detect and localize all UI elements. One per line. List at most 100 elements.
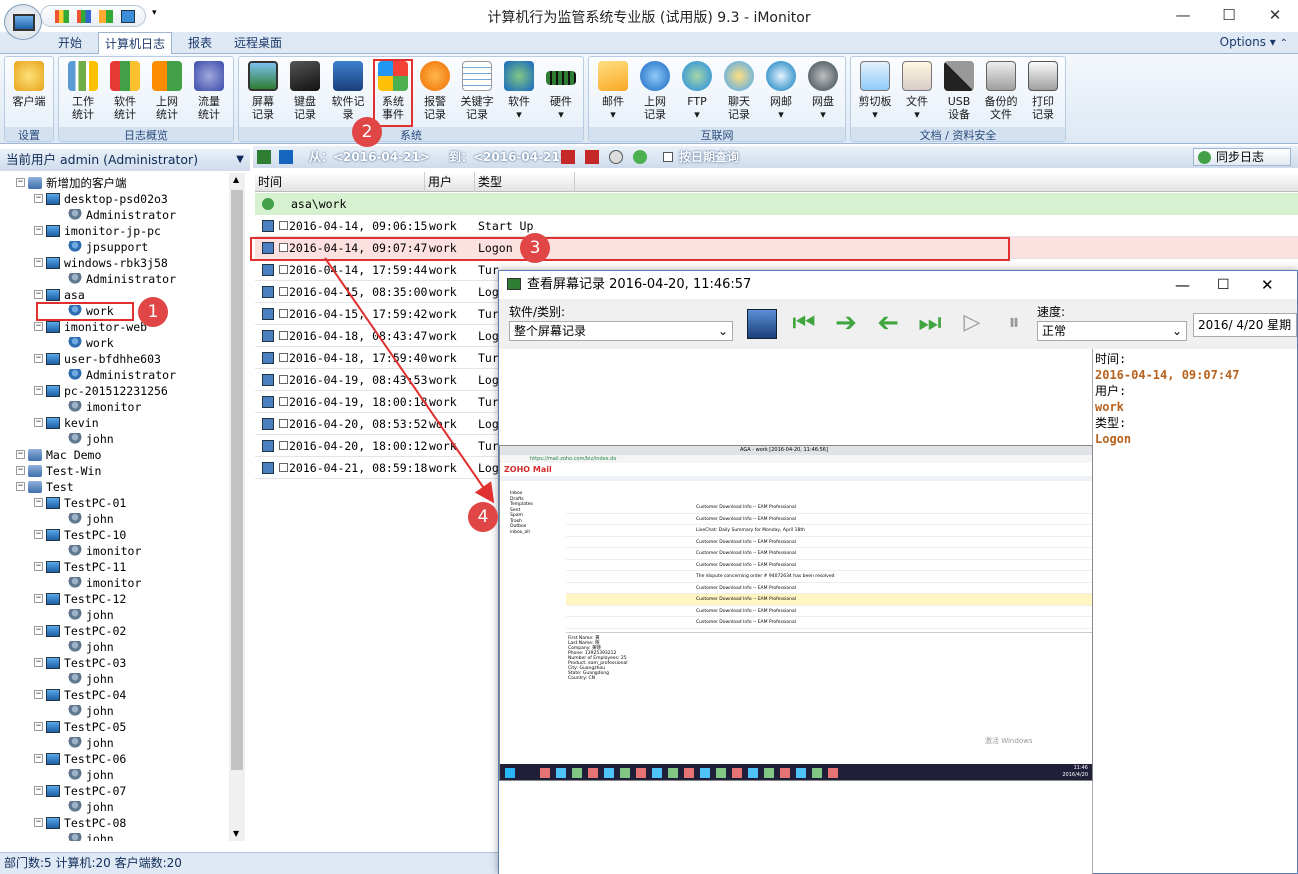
system-event-button[interactable]: 系统 事件 (373, 59, 413, 127)
collapse-icon[interactable]: − (34, 626, 43, 635)
collapse-icon[interactable]: − (16, 482, 25, 491)
tree-node[interactable]: TestPC-05 − (34, 719, 126, 735)
collapse-icon[interactable]: − (34, 818, 43, 827)
client-button[interactable]: 客户端 (9, 61, 49, 108)
collapse-icon[interactable]: − (34, 658, 43, 667)
collapse-icon[interactable]: − (16, 466, 25, 475)
tree-node[interactable]: Administrator (68, 271, 176, 287)
expand-icon[interactable] (262, 198, 274, 210)
collapse-icon[interactable]: − (34, 722, 43, 731)
collapse-icon[interactable]: − (34, 322, 43, 331)
row-checkbox[interactable] (279, 463, 288, 472)
tree-node[interactable]: john (68, 767, 114, 783)
tree-node[interactable]: imonitor-web − (34, 319, 147, 335)
save-icon[interactable] (747, 309, 777, 339)
tree-node[interactable]: TestPC-07 − (34, 783, 126, 799)
tree-node[interactable]: Test-Win − (16, 463, 101, 479)
column-type[interactable]: 类型 (475, 172, 575, 192)
dialog-minimize-button[interactable]: — (1175, 271, 1190, 299)
web-record-button[interactable]: 上网 记录 (635, 61, 675, 121)
collapse-icon[interactable]: − (34, 194, 43, 203)
first-frame-icon[interactable]: ⏮ (789, 309, 819, 339)
row-checkbox[interactable] (279, 375, 288, 384)
collapse-icon[interactable]: − (34, 754, 43, 763)
tree-node[interactable]: TestPC-06 − (34, 751, 126, 767)
tree-node[interactable]: Administrator (68, 207, 176, 223)
file-button[interactable]: 文件 ▾ (897, 61, 937, 121)
tab-report[interactable]: 报表 (178, 32, 222, 54)
collapse-icon[interactable]: − (34, 354, 43, 363)
tree-node[interactable]: john (68, 431, 114, 447)
next-arrow-icon[interactable]: ➔ (831, 309, 861, 339)
software-category-select[interactable]: 整个屏幕记录 ⌄ (509, 321, 733, 341)
sync-log-button[interactable]: 同步日志 (1193, 148, 1291, 166)
row-checkbox[interactable] (279, 221, 288, 230)
collapse-icon[interactable]: − (34, 258, 43, 267)
software-button[interactable]: 软件 ▾ (499, 61, 539, 121)
tab-computer-log[interactable]: 计算机日志 (98, 32, 172, 55)
alert-record-button[interactable]: 报警 记录 (415, 61, 455, 121)
tree-node[interactable]: john (68, 671, 114, 687)
tree-node[interactable]: TestPC-11 − (34, 559, 126, 575)
dialog-close-button[interactable]: ✕ (1261, 271, 1274, 299)
tree-node[interactable]: TestPC-01 − (34, 495, 126, 511)
tree-node[interactable]: asa − (34, 287, 85, 303)
keyword-record-button[interactable]: 关键字 记录 (457, 61, 497, 121)
minimize-button[interactable]: — (1160, 2, 1206, 28)
pause-icon[interactable]: ⏸ (999, 309, 1029, 339)
tree-node[interactable]: john (68, 607, 114, 623)
software-stats-button[interactable]: 软件 统计 (105, 61, 145, 121)
tree-node[interactable]: Test − (16, 479, 74, 495)
tree-node[interactable]: windows-rbk3j58 − (34, 255, 168, 271)
tree-scrollbar-thumb[interactable] (231, 190, 243, 770)
usb-device-button[interactable]: USB 设备 (939, 61, 979, 121)
backup-file-button[interactable]: 备份的 文件 (981, 61, 1021, 121)
table-row[interactable]: 2016-04-14, 09:06:15 work Start Up (255, 215, 1298, 237)
tree-node[interactable]: john (68, 703, 114, 719)
row-checkbox[interactable] (279, 441, 288, 450)
tree-node[interactable]: Administrator (68, 367, 176, 383)
maximize-button[interactable]: ☐ (1206, 2, 1252, 28)
prev-arrow-icon[interactable]: ➔ (873, 308, 903, 339)
tree-node[interactable]: pc-201512231256 − (34, 383, 168, 399)
print-record-button[interactable]: 打印 记录 (1023, 61, 1063, 121)
row-checkbox[interactable] (279, 397, 288, 406)
collapse-icon[interactable]: − (34, 418, 43, 427)
tree-node[interactable]: TestPC-03 − (34, 655, 126, 671)
tree-node[interactable]: TestPC-10 − (34, 527, 126, 543)
refresh-icon[interactable] (633, 150, 647, 164)
collapse-icon[interactable]: − (16, 450, 25, 459)
ftp-button[interactable]: FTP ▾ (677, 61, 717, 121)
web-stats-button[interactable]: 上网 统计 (147, 61, 187, 121)
collapse-icon[interactable]: − (34, 562, 43, 571)
current-user-header[interactable]: 当前用户 admin (Administrator) ▼ (0, 149, 250, 171)
tree-node[interactable]: 新增加的客户端 − (16, 175, 127, 191)
clipboard-button[interactable]: 剪切板 ▾ (855, 61, 895, 121)
app-menu-button[interactable] (4, 4, 42, 40)
collapse-icon[interactable]: − (34, 498, 43, 507)
excel-export-icon[interactable] (257, 150, 271, 164)
chat-record-button[interactable]: 聊天 记录 (719, 61, 759, 121)
tree-node[interactable]: Mac Demo − (16, 447, 101, 463)
tab-remote-desktop[interactable]: 远程桌面 (228, 32, 288, 54)
tree-node[interactable]: kevin − (34, 415, 99, 431)
tree-node[interactable]: work (68, 335, 114, 351)
collapse-icon[interactable]: − (34, 786, 43, 795)
scroll-down-icon[interactable]: ▼ (233, 829, 239, 838)
email-button[interactable]: 邮件 ▾ (593, 61, 633, 121)
clock-icon[interactable] (609, 150, 623, 164)
tree-node[interactable]: john (68, 831, 114, 841)
tree-node[interactable]: user-bfdhhe603 − (34, 351, 161, 367)
tree-node[interactable]: imonitor (68, 575, 141, 591)
date-picker[interactable]: 2016/ 4/20 星期 (1193, 313, 1297, 337)
tree-node[interactable]: desktop-psd02o3 − (34, 191, 168, 207)
last-frame-icon[interactable]: ⏭ (915, 309, 945, 339)
row-checkbox[interactable] (279, 287, 288, 296)
tree-node[interactable]: john (68, 639, 114, 655)
calendar-prev-icon[interactable] (585, 150, 599, 164)
keyboard-record-button[interactable]: 键盘 记录 (285, 61, 325, 121)
range-to[interactable]: 到：<2016-04-21> (449, 146, 570, 168)
collapse-icon[interactable]: − (34, 690, 43, 699)
software-record-button[interactable]: 软件记录 (327, 61, 369, 121)
row-checkbox[interactable] (279, 265, 288, 274)
